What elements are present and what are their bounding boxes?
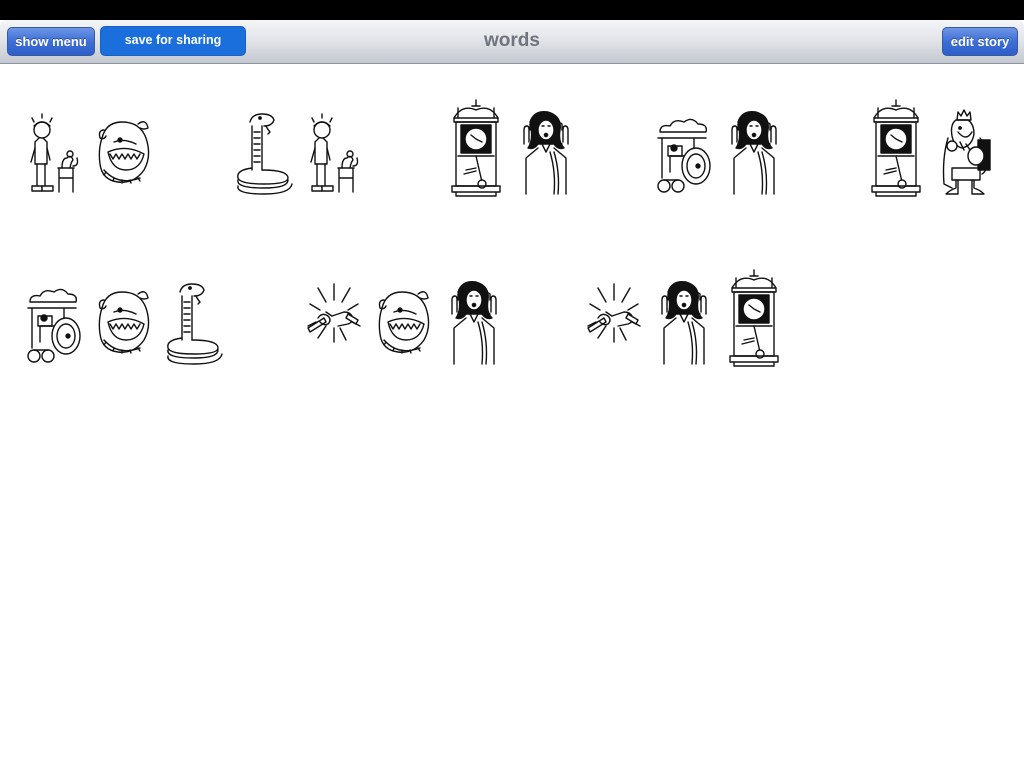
story-tile[interactable] [232,102,366,198]
story-tile[interactable] [582,269,786,368]
story-tile[interactable] [864,99,998,198]
edit-story-button[interactable]: edit story [942,27,1018,56]
grandfather-clock-picture [722,269,786,368]
bulldog-picture [92,102,156,198]
toolbar: words show menu save for sharing edit st… [0,20,1024,64]
steam-tractor-picture [22,272,86,368]
grandfather-clock-picture [444,99,508,198]
steam-tractor-picture [652,102,716,198]
save-for-sharing-button[interactable]: save for sharing [100,26,246,56]
scared-woman-picture [722,102,786,198]
king-picture [934,102,998,198]
status-bar [0,0,1024,20]
snake-picture [162,272,226,368]
bulldog-picture [92,272,156,368]
grandfather-clock-picture [864,99,928,198]
snapping-stick-picture [302,272,366,368]
story-tile[interactable] [22,102,156,198]
bulldog-picture [372,272,436,368]
scared-woman-picture [514,102,578,198]
scared-boy-mouse-picture [302,102,366,198]
snapping-stick-picture [582,272,646,368]
story-tile[interactable] [22,272,226,368]
story-tile[interactable] [444,99,578,198]
scared-woman-picture [442,272,506,368]
snake-picture [232,102,296,198]
scared-boy-mouse-picture [22,102,86,198]
story-tile[interactable] [302,272,506,368]
scared-woman-picture [652,272,716,368]
show-menu-button[interactable]: show menu [7,27,95,56]
story-tile[interactable] [652,102,786,198]
